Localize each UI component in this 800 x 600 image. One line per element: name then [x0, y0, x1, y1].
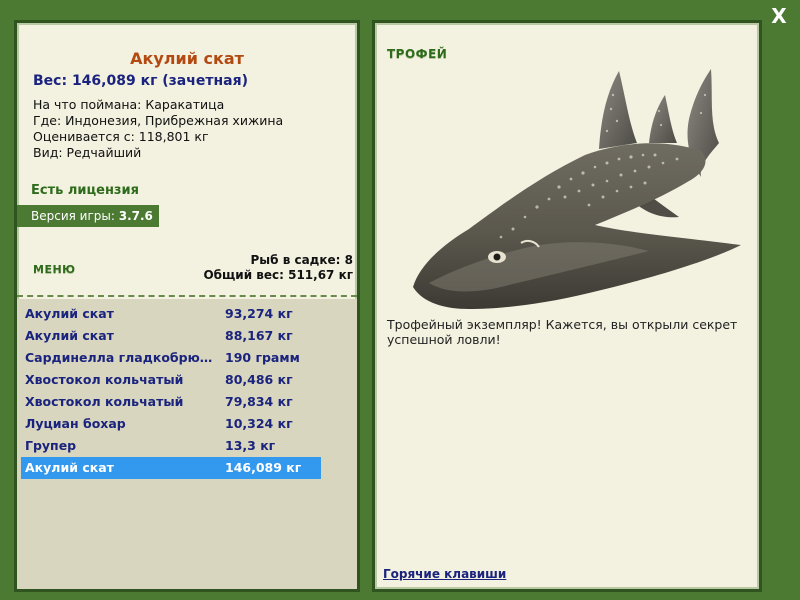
fish-list-item[interactable]: Хвостокол кольчатый 80,486 кг — [21, 369, 321, 391]
fish-list-item[interactable]: Сардинелла гладкобрю… 190 грамм — [21, 347, 321, 369]
game-version: Версия игры: 3.7.6 — [17, 205, 159, 227]
fish-list-weight: 13,3 кг — [225, 438, 276, 453]
net-stats: Рыб в садке: 8 Общий вес: 511,67 кг — [203, 253, 353, 283]
divider — [17, 295, 357, 297]
fish-list-item[interactable]: Луциан бохар 10,324 кг — [21, 413, 321, 435]
fish-list: Акулий скат 93,274 кг Акулий скат 88,167 кг… — [17, 299, 357, 589]
fish-list-weight: 93,274 кг — [225, 306, 293, 321]
fish-list-name: Хвостокол кольчатый — [25, 394, 184, 409]
fish-list-name: Луциан бохар — [25, 416, 126, 431]
fish-details-panel: Акулий скат Вес: 146,089 кг (зачетная) Н… — [14, 20, 360, 592]
license-status: Есть лицензия — [31, 183, 139, 198]
fish-count: Рыб в садке: 8 — [250, 253, 354, 267]
menu-button[interactable]: МЕНЮ — [33, 263, 76, 276]
version-label: Версия игры: — [31, 209, 115, 223]
fish-list-weight: 10,324 кг — [225, 416, 293, 431]
fish-details: На что поймана: Каракатица Где: Индонези… — [33, 97, 283, 161]
close-button[interactable]: X — [768, 4, 790, 28]
fish-list-name: Акулий скат — [25, 328, 114, 343]
fish-list-weight: 146,089 кг — [225, 460, 302, 475]
fish-weight: Вес: 146,089 кг (зачетная) — [33, 73, 248, 89]
rarity-info: Вид: Редчайший — [33, 145, 142, 160]
trophy-message: Трофейный экземпляр! Кажется, вы открыли… — [387, 317, 738, 347]
fish-list-weight: 190 грамм — [225, 350, 300, 365]
location-info: Где: Индонезия, Прибрежная хижина — [33, 113, 284, 128]
trophy-panel: ТРОФЕЙ Трофейный экземпляр! Кажется, вы … — [372, 20, 762, 592]
fish-list-item[interactable]: Групер 13,3 кг — [21, 435, 321, 457]
bait-info: На что поймана: Каракатица — [33, 97, 225, 112]
fish-list-item[interactable]: Акулий скат 93,274 кг — [21, 303, 321, 325]
total-weight: Общий вес: 511,67 кг — [203, 268, 353, 282]
fish-list-name: Групер — [25, 438, 77, 453]
fish-list-weight: 80,486 кг — [225, 372, 293, 387]
fish-name-title: Акулий скат — [130, 49, 244, 68]
fish-list-item[interactable]: Хвостокол кольчатый 79,834 кг — [21, 391, 321, 413]
fish-list-name: Хвостокол кольчатый — [25, 372, 184, 387]
version-value: 3.7.6 — [118, 209, 153, 223]
hotkeys-link[interactable]: Горячие клавиши — [383, 567, 506, 581]
fish-list-item[interactable]: Акулий скат 146,089 кг — [21, 457, 321, 479]
fish-list-name: Акулий скат — [25, 306, 114, 321]
valued-info: Оценивается с: 118,801 кг — [33, 129, 209, 144]
fish-list-name: Сардинелла гладкобрю… — [25, 350, 213, 365]
fish-list-weight: 88,167 кг — [225, 328, 293, 343]
fish-list-weight: 79,834 кг — [225, 394, 293, 409]
fish-list-item[interactable]: Акулий скат 88,167 кг — [21, 325, 321, 347]
fish-list-name: Акулий скат — [25, 460, 114, 475]
shark-ray-image — [413, 69, 741, 309]
